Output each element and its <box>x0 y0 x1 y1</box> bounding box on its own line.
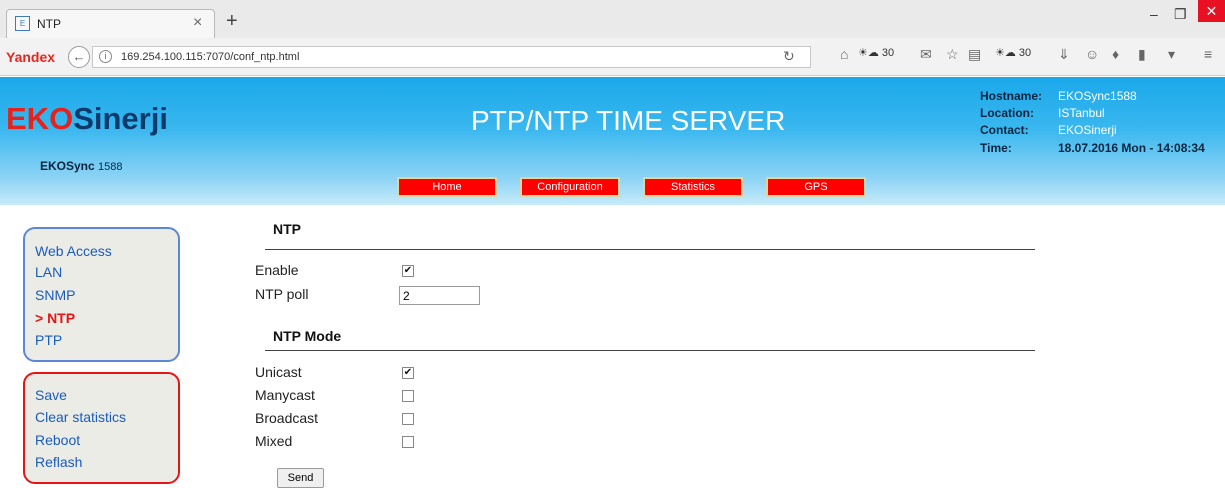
download-icon[interactable]: ⇓ <box>1058 46 1070 63</box>
sidebar-item-lan[interactable]: LAN <box>35 264 62 280</box>
browser-tab-bar: E NTP × + – ❐ ✕ <box>0 0 1225 38</box>
device-label: EKOSync 1588 <box>40 159 123 173</box>
manycast-label: Manycast <box>255 387 315 403</box>
restore-icon[interactable]: ❐ <box>1174 6 1187 23</box>
sidebar-item-ptp[interactable]: PTP <box>35 332 62 348</box>
brand-sinerji: Sinerji <box>73 101 168 136</box>
mixed-label: Mixed <box>255 433 293 449</box>
weather-temp: 30 <box>881 47 895 59</box>
sidebar-item-web-access[interactable]: Web Access <box>35 243 112 259</box>
broadcast-label: Broadcast <box>255 410 319 426</box>
unicast-label: Unicast <box>255 364 302 380</box>
clipboard-icon[interactable]: ▮ <box>1138 46 1146 63</box>
reboot-link[interactable]: Reboot <box>35 432 80 448</box>
hostname-value: EKOSync1588 <box>1058 89 1137 103</box>
unicast-checkbox[interactable]: ✔ <box>402 367 414 379</box>
ekosinerji-logo: EKOSinerji <box>6 101 168 137</box>
mail-icon[interactable]: ✉ <box>920 46 932 63</box>
new-tab-button[interactable]: + <box>226 11 238 31</box>
ntp-section-title: NTP <box>273 221 301 237</box>
location-label: Location: <box>980 106 1034 120</box>
device-model: 1588 <box>98 161 123 173</box>
page-title: PTP/NTP TIME SERVER <box>471 105 786 136</box>
window-close-icon[interactable]: ✕ <box>1198 0 1225 22</box>
tab-title: NTP <box>37 17 61 31</box>
address-bar[interactable]: i 169.254.100.115:7070/conf_ntp.html ↻ <box>92 46 811 68</box>
broadcast-checkbox[interactable] <box>402 413 414 425</box>
time-label: Time: <box>980 141 1012 155</box>
page-favicon-icon: E <box>15 16 30 31</box>
location-value: ISTanbul <box>1058 106 1105 120</box>
ntp-mode-section-title: NTP Mode <box>273 328 342 344</box>
contact-value: EKOSinerji <box>1058 123 1117 137</box>
chat-icon[interactable]: ☺ <box>1085 46 1099 62</box>
nav-gps-button[interactable]: GPS <box>766 177 866 197</box>
device-name: EKOSync <box>40 159 95 173</box>
sidebar-item-snmp[interactable]: SNMP <box>35 287 75 303</box>
tab-close-icon[interactable]: × <box>193 14 202 32</box>
minimize-icon[interactable]: – <box>1150 6 1158 22</box>
weather-widget-2[interactable]: ☀☁ 30 <box>995 46 1031 59</box>
nav-configuration-button[interactable]: Configuration <box>520 177 620 197</box>
yandex-logo[interactable]: Yandex <box>6 49 55 65</box>
contact-label: Contact: <box>980 123 1029 137</box>
reload-icon[interactable]: ↻ <box>783 48 795 65</box>
ntp-mode-divider <box>265 350 1035 351</box>
weather-widget[interactable]: ☀☁ 30 <box>858 46 894 59</box>
nav-home-button[interactable]: Home <box>397 177 497 197</box>
sidebar-item-ntp[interactable]: > NTP <box>35 310 75 326</box>
clear-statistics-link[interactable]: Clear statistics <box>35 409 126 425</box>
url-text: 169.254.100.115:7070/conf_ntp.html <box>121 51 300 63</box>
manycast-checkbox[interactable] <box>402 390 414 402</box>
enable-checkbox[interactable]: ✔ <box>402 265 414 277</box>
site-info-icon[interactable]: i <box>99 50 112 63</box>
send-button[interactable]: Send <box>277 468 324 488</box>
ntp-poll-input[interactable] <box>399 286 480 305</box>
bookmark-star-icon[interactable]: ☆ <box>946 46 959 63</box>
ntp-section-divider <box>265 249 1035 250</box>
back-arrow-icon[interactable]: ← <box>68 46 90 68</box>
enable-label: Enable <box>255 262 299 278</box>
nav-statistics-button[interactable]: Statistics <box>643 177 743 197</box>
page-header: EKOSinerji EKOSync 1588 PTP/NTP TIME SER… <box>0 77 1225 205</box>
save-link[interactable]: Save <box>35 387 67 403</box>
config-sidebar: Web Access LAN SNMP > NTP PTP <box>23 227 180 362</box>
mixed-checkbox[interactable] <box>402 436 414 448</box>
time-value: 18.07.2016 Mon - 14:08:34 <box>1058 141 1205 155</box>
reflash-link[interactable]: Reflash <box>35 454 82 470</box>
menu-icon[interactable]: ≡ <box>1204 46 1212 62</box>
extension-icon[interactable]: ♦ <box>1112 46 1119 62</box>
yandex-logo-text: Yandex <box>6 49 56 65</box>
actions-sidebar: Save Clear statistics Reboot Reflash <box>23 372 180 484</box>
bookmarks-icon[interactable]: ▤ <box>968 46 981 63</box>
browser-tab[interactable]: E NTP × <box>6 9 215 38</box>
browser-nav-bar: Yandex ← i 169.254.100.115:7070/conf_ntp… <box>0 38 1225 76</box>
brand-eko: EKO <box>6 101 74 136</box>
weather-temp-2: 30 <box>1018 47 1032 59</box>
hostname-label: Hostname: <box>980 89 1043 103</box>
home-icon[interactable]: ⌂ <box>840 46 848 62</box>
chevron-down-icon[interactable]: ▾ <box>1168 46 1175 63</box>
ntp-poll-label: NTP poll <box>255 286 309 302</box>
